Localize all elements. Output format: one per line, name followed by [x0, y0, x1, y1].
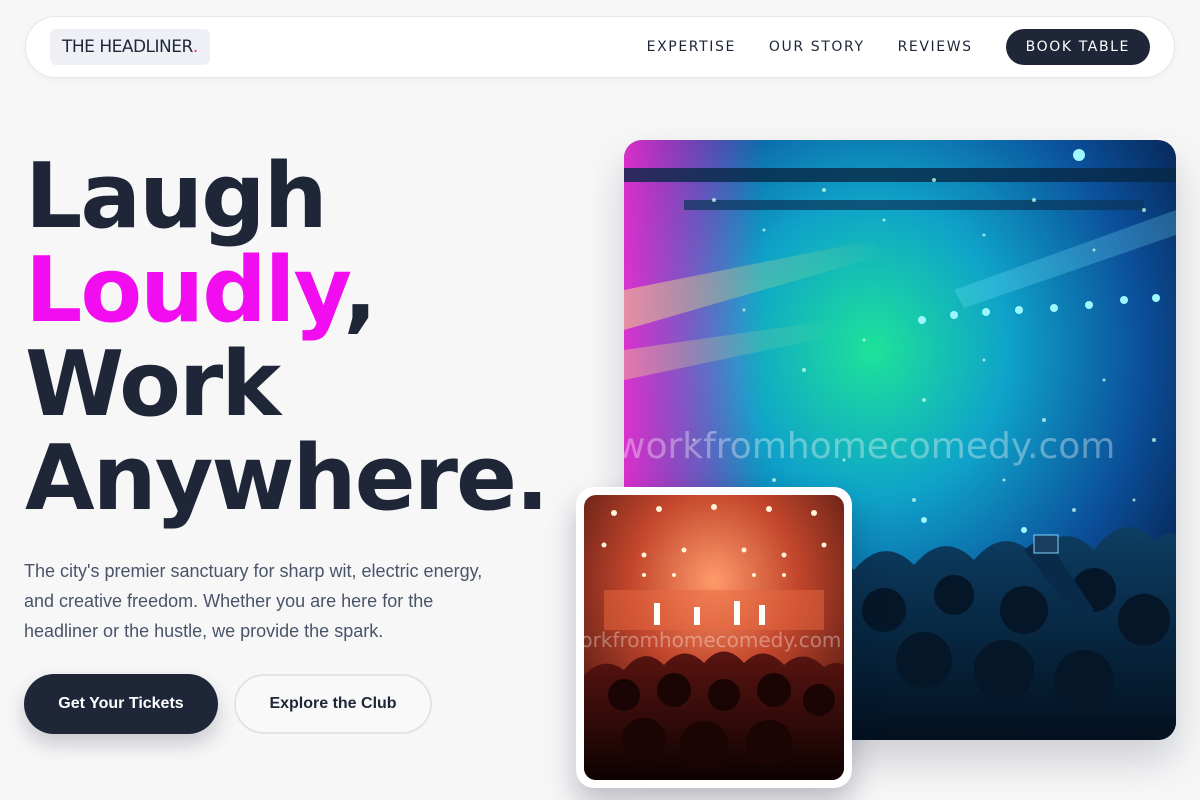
headline-comma: , — [343, 238, 377, 343]
nav-link-expertise[interactable]: EXPERTISE — [647, 39, 736, 55]
headline-line-4: Anywhere. — [25, 426, 549, 531]
nav-link-reviews[interactable]: REVIEWS — [898, 39, 973, 55]
top-nav: THE HEADLINER. EXPERTISE OUR STORY REVIE… — [25, 16, 1175, 78]
get-tickets-button[interactable]: Get Your Tickets — [24, 674, 218, 734]
brand-logo[interactable]: THE HEADLINER. — [50, 29, 210, 65]
main-photo-watermark: workfromhomecomedy.com — [624, 426, 1115, 467]
stage-photo-watermark: workfromhomecomedy.com — [584, 628, 841, 652]
headline-accent-word: Loudly — [25, 238, 345, 343]
nav-link-our-story[interactable]: OUR STORY — [769, 39, 865, 55]
explore-club-button[interactable]: Explore the Club — [234, 674, 432, 734]
headline-line-3: Work — [25, 332, 281, 437]
stage-photo-card: workfromhomecomedy.com — [576, 487, 852, 788]
stage-crowd-illustration: workfromhomecomedy.com — [584, 495, 844, 780]
headline-line-2: Loudly, — [25, 244, 547, 338]
headline-line-1: Laugh — [25, 144, 328, 249]
hero-headline: Laugh Loudly, Work Anywhere. — [25, 144, 549, 531]
book-table-button[interactable]: BOOK TABLE — [1005, 29, 1150, 65]
hero-lead-text: The city's premier sanctuary for sharp w… — [24, 561, 483, 641]
stage-photo: workfromhomecomedy.com — [584, 495, 844, 780]
nav-links: EXPERTISE OUR STORY REVIEWS BOOK TABLE — [647, 29, 1150, 65]
brand-logo-dot: . — [192, 37, 198, 57]
brand-logo-text: THE HEADLINER — [62, 37, 193, 57]
